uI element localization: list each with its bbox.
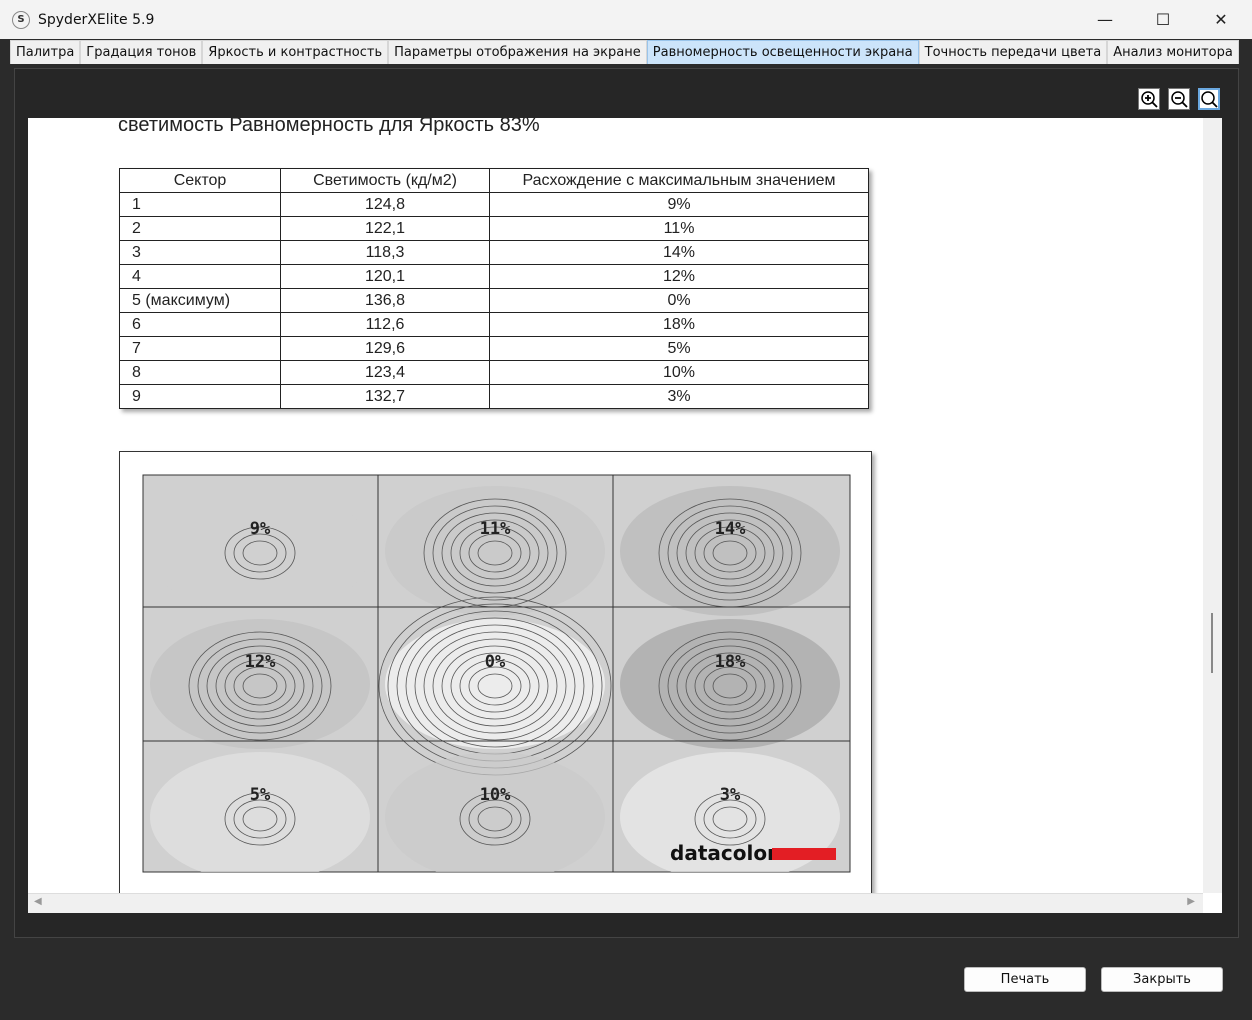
- zoom-out-icon[interactable]: [1168, 88, 1190, 110]
- table-cell: 10%: [489, 360, 869, 385]
- horizontal-scrollbar[interactable]: ◀ ▶: [28, 893, 1203, 913]
- table-row: 2 122,1 11%: [119, 216, 869, 241]
- tab-5[interactable]: Точность передачи цвета: [918, 40, 1108, 64]
- zoom-in-icon[interactable]: [1138, 88, 1160, 110]
- table-cell: 18%: [489, 312, 869, 337]
- table-row: 5 (максимум) 136,8 0%: [119, 288, 869, 313]
- table-cell: 6: [119, 312, 281, 337]
- contour-region: [150, 752, 370, 872]
- contour-label: 14%: [715, 519, 746, 539]
- table-cell: 123,4: [280, 360, 490, 385]
- table-row: 9 132,7 3%: [119, 384, 869, 409]
- table-cell: 124,8: [280, 192, 490, 217]
- table-cell: 1: [119, 192, 281, 217]
- table-row: 3 118,3 14%: [119, 240, 869, 265]
- table-cell: 132,7: [280, 384, 490, 409]
- scroll-right-icon[interactable]: ▶: [1187, 896, 1195, 907]
- table-cell: 12%: [489, 264, 869, 289]
- report-document: светимость Равномерность для Яркость 83%…: [28, 118, 1222, 913]
- tab-6[interactable]: Анализ монитора: [1107, 40, 1239, 64]
- contour-label: 9%: [250, 519, 271, 539]
- contour-region: [385, 619, 605, 749]
- table-row: 7 129,6 5%: [119, 336, 869, 361]
- contour-region: [620, 486, 840, 616]
- contour-label: 10%: [480, 785, 511, 805]
- table-cell: 5%: [489, 336, 869, 361]
- tab-bar: Палитра Градация тонов Яркость и контрастн…: [10, 40, 1239, 64]
- uniformity-table: Сектор Светимость (кд/м2) Расхождение с …: [119, 168, 869, 409]
- tab-4[interactable]: Равномерность освещенности экрана: [646, 40, 919, 64]
- table-cell: 9%: [489, 192, 869, 217]
- table-cell: 8: [119, 360, 281, 385]
- contour-region: [150, 619, 370, 749]
- datacolor-logo: datacolor: [670, 841, 777, 865]
- datacolor-logo-bar: [772, 848, 836, 860]
- column-header: Сектор: [119, 168, 281, 193]
- table-row: 8 123,4 10%: [119, 360, 869, 385]
- table-cell: 3: [119, 240, 281, 265]
- zoom-fit-icon[interactable]: [1198, 88, 1220, 110]
- contour-label: 11%: [480, 519, 511, 539]
- contour-label: 18%: [715, 652, 746, 672]
- maximize-button[interactable]: ☐: [1134, 0, 1192, 39]
- contour-label: 0%: [485, 652, 506, 672]
- report-title: светимость Равномерность для Яркость 83%: [118, 118, 540, 136]
- table-cell: 3%: [489, 384, 869, 409]
- contour-region: [385, 486, 605, 616]
- close-window-button[interactable]: ✕: [1192, 0, 1250, 39]
- tab-2[interactable]: Яркость и контрастность: [202, 40, 389, 64]
- tab-0[interactable]: Палитра: [10, 40, 81, 64]
- contour-label: 5%: [250, 785, 271, 805]
- scroll-left-icon[interactable]: ◀: [34, 896, 42, 907]
- table-cell: 2: [119, 216, 281, 241]
- window-title: SpyderXElite 5.9: [38, 11, 155, 28]
- table-cell: 112,6: [280, 312, 490, 337]
- uniformity-contour-map: 9% 11% 14% 12% 0% 18% 5% 10% 3% datacolor: [119, 451, 872, 911]
- table-cell: 0%: [489, 288, 869, 313]
- table-cell: 4: [119, 264, 281, 289]
- column-header: Светимость (кд/м2): [280, 168, 490, 193]
- contour-label: 3%: [720, 785, 741, 805]
- table-cell: 5 (максимум): [119, 288, 281, 313]
- zoom-toolbar: [1138, 88, 1220, 110]
- contour-label: 12%: [245, 652, 276, 672]
- contour-region: [385, 752, 605, 872]
- table-row: 1 124,8 9%: [119, 192, 869, 217]
- tab-3[interactable]: Параметры отображения на экране: [388, 40, 647, 64]
- table-cell: 129,6: [280, 336, 490, 361]
- print-button[interactable]: Печать: [964, 967, 1086, 992]
- tab-1[interactable]: Градация тонов: [80, 40, 203, 64]
- title-bar: S SpyderXElite 5.9 — ☐ ✕: [0, 0, 1252, 39]
- table-cell: 122,1: [280, 216, 490, 241]
- close-button[interactable]: Закрыть: [1101, 967, 1223, 992]
- table-cell: 7: [119, 336, 281, 361]
- table-cell: 120,1: [280, 264, 490, 289]
- table-cell: 14%: [489, 240, 869, 265]
- contour-region: [150, 486, 370, 616]
- table-row: 4 120,1 12%: [119, 264, 869, 289]
- contour-region: [620, 619, 840, 749]
- table-row: 6 112,6 18%: [119, 312, 869, 337]
- minimize-button[interactable]: —: [1076, 0, 1134, 39]
- column-header: Расхождение с максимальным значением: [489, 168, 869, 193]
- table-cell: 136,8: [280, 288, 490, 313]
- vertical-scrollbar[interactable]: [1203, 118, 1222, 893]
- app-logo-icon: S: [12, 10, 30, 29]
- table-cell: 118,3: [280, 240, 490, 265]
- table-cell: 11%: [489, 216, 869, 241]
- table-cell: 9: [119, 384, 281, 409]
